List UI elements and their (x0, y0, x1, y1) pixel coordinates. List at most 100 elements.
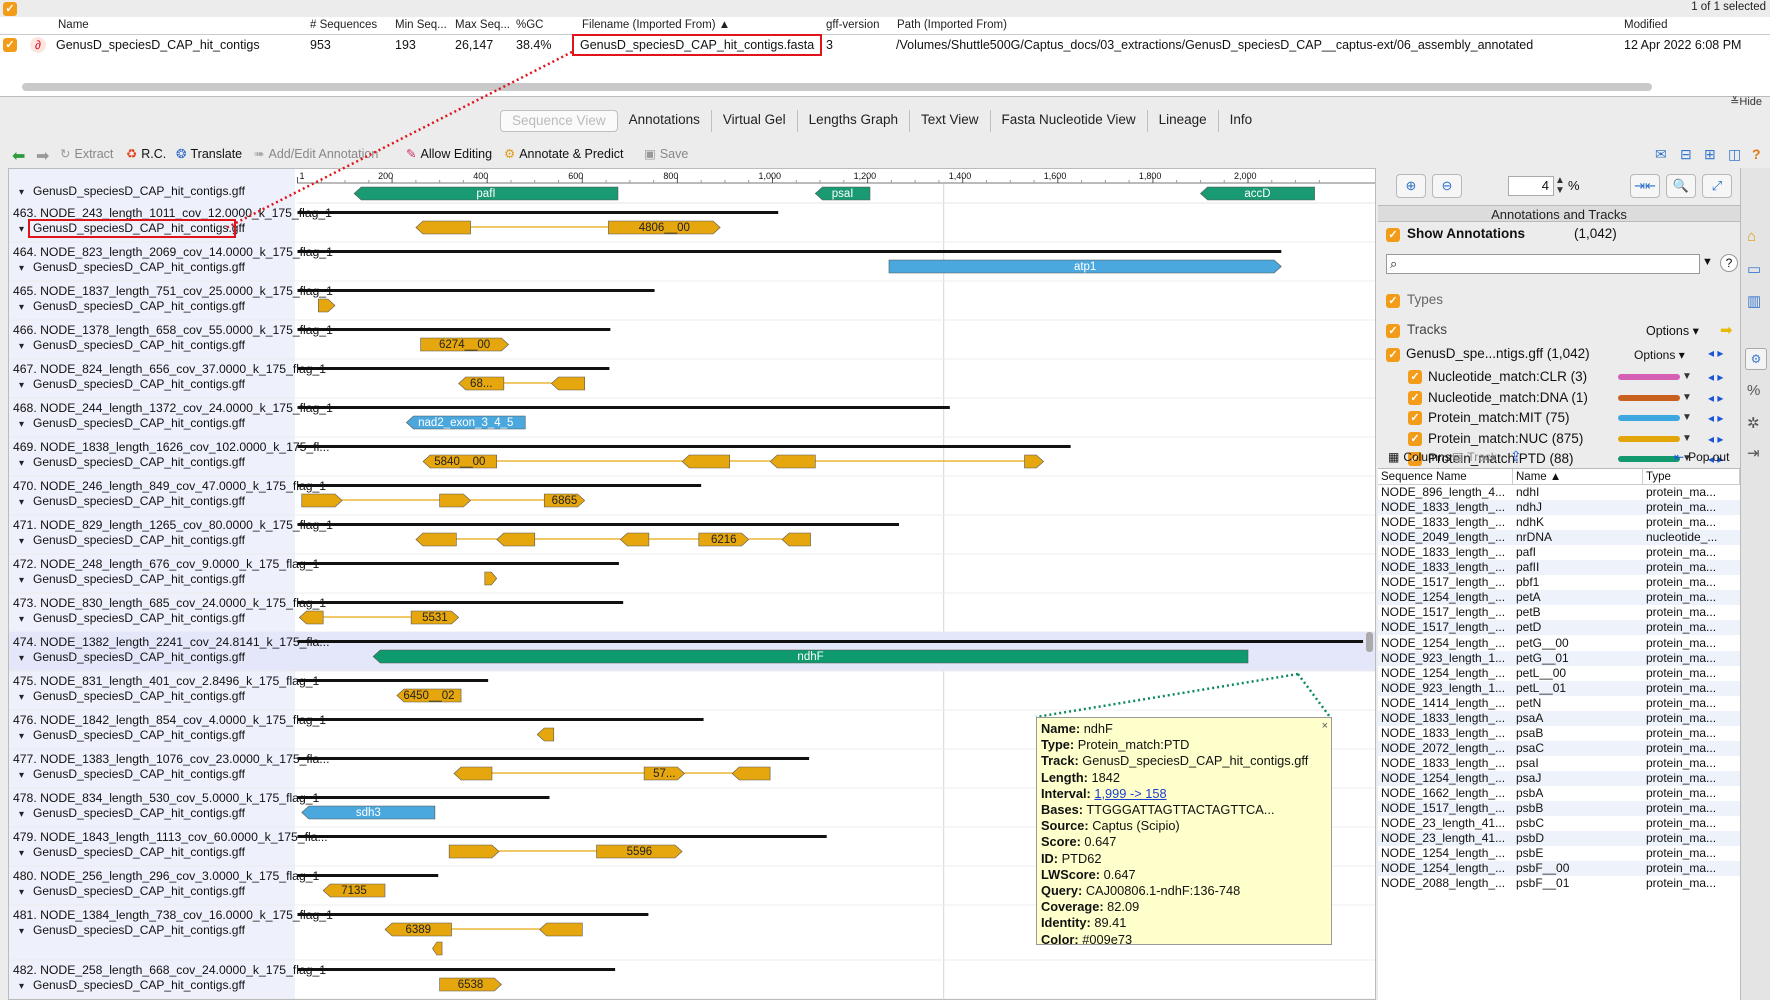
sequence-bar[interactable] (297, 679, 489, 682)
tab-virtual-gel[interactable]: Virtual Gel (711, 110, 798, 132)
table-row[interactable]: NODE_1833_length_... psaB protein_ma... (1378, 726, 1740, 741)
show-annotations-checkbox[interactable]: ✓ (1386, 228, 1400, 242)
table-row[interactable]: NODE_1833_length_... pafI protein_ma... (1378, 545, 1740, 560)
annotation-arrow[interactable] (448, 844, 500, 859)
subtrack-dropdown-icon[interactable]: ▼ (1682, 407, 1692, 429)
tab-text-view[interactable]: Text View (909, 110, 991, 132)
subtrack-color-swatch[interactable] (1618, 374, 1680, 380)
table-row[interactable]: NODE_1833_length_... pafII protein_ma... (1378, 560, 1740, 576)
sequence-bar[interactable] (297, 367, 610, 370)
subtrack-nav-icon[interactable]: ◂ ▸ (1708, 366, 1723, 388)
table-row[interactable]: NODE_923_length_1... petG__01 protein_ma..… (1378, 650, 1740, 666)
annotation-arrow[interactable] (432, 941, 443, 956)
annotation-arrow[interactable] (681, 454, 731, 469)
annotation-arrow[interactable] (619, 532, 650, 547)
annotation-search-input[interactable]: ⌕ (1386, 254, 1700, 274)
table-row[interactable]: NODE_1517_length_... psbB protein_ma... (1378, 801, 1740, 817)
sequence-bar[interactable] (297, 211, 779, 214)
subtrack-checkbox[interactable]: ✓ (1408, 370, 1422, 384)
subtrack-checkbox[interactable]: ✓ (1408, 411, 1422, 425)
annotation-arrow[interactable] (301, 493, 343, 508)
table-row[interactable]: NODE_923_length_1... petL__01 protein_ma..… (1378, 680, 1740, 696)
subtrack-dropdown-icon[interactable]: ▼ (1682, 387, 1692, 409)
gff-options-menu[interactable]: Options ▾ (1634, 348, 1685, 362)
tab-annotations[interactable]: Annotations (617, 110, 712, 132)
zoom-base-icon[interactable]: 🔍 (1666, 174, 1696, 198)
col-sequences[interactable]: # Sequences (310, 17, 377, 34)
table-row[interactable]: NODE_1254_length_... psaJ protein_ma... (1378, 770, 1740, 786)
layout-icon[interactable]: ⊞ (1704, 146, 1716, 163)
tab-lineage[interactable]: Lineage (1147, 110, 1219, 132)
sequence-bar[interactable] (297, 484, 702, 487)
col-sequence-name[interactable]: Sequence Name (1378, 469, 1513, 485)
export-side-icon[interactable]: ⇥ (1747, 444, 1760, 462)
table-row[interactable]: NODE_23_length_41... psbC protein_ma... (1378, 816, 1740, 831)
subtrack-color-swatch[interactable] (1618, 415, 1680, 421)
gear-icon[interactable]: ✲ (1747, 414, 1760, 432)
table-row[interactable]: NODE_896_length_4... ndhI protein_ma... (1378, 485, 1740, 500)
home-icon[interactable]: ⌂ (1747, 228, 1756, 245)
sequence-bar[interactable] (297, 913, 649, 916)
export-icon[interactable]: ⇪ (1510, 448, 1522, 465)
annotation-arrow[interactable] (1024, 454, 1044, 469)
subtrack-nav-icon[interactable]: ◂ ▸ (1708, 387, 1723, 409)
search-help-icon[interactable]: ? (1720, 254, 1738, 272)
subtrack-nav-icon[interactable]: ◂ ▸ (1708, 407, 1723, 429)
col-name[interactable]: Name (58, 17, 89, 34)
help-icon[interactable]: ? (1752, 146, 1761, 162)
table-row[interactable]: NODE_1254_length_... psbE protein_ma... (1378, 846, 1740, 861)
sequence-bar[interactable] (297, 835, 827, 838)
annotation-arrow[interactable] (731, 766, 771, 781)
tab-sequence-view[interactable]: Sequence View (500, 110, 618, 132)
subtrack-row[interactable]: ✓ Nucleotide_match:DNA (1) ▼ ◂ ▸ (1378, 387, 1740, 409)
annotation-arrow[interactable] (550, 376, 585, 391)
table-row[interactable]: NODE_1517_length_... petB protein_ma... (1378, 605, 1740, 620)
subtrack-color-swatch[interactable] (1618, 435, 1680, 442)
annotation-arrow[interactable] (539, 922, 583, 937)
sequence-bar[interactable] (297, 757, 810, 760)
tab-lengths-graph[interactable]: Lengths Graph (797, 110, 910, 132)
sequence-bar[interactable] (297, 718, 704, 721)
display-icon[interactable]: ▭ (1747, 260, 1761, 278)
sequence-bar[interactable] (297, 445, 1071, 448)
rc-button[interactable]: ♻ R.C. (126, 146, 166, 162)
forward-arrow-icon[interactable]: ➡ (36, 146, 49, 166)
table-row[interactable]: NODE_2049_length_... nrDNA nucleotide_... (1378, 530, 1740, 546)
table-row[interactable]: NODE_1833_length_... psaA protein_ma... (1378, 710, 1740, 726)
col-filename[interactable]: Filename (Imported From) ▲ (582, 17, 730, 34)
annotate-predict-button[interactable]: ⚙ Annotate & Predict (504, 146, 623, 162)
table-row[interactable]: NODE_2088_length_... psbF__01 protein_ma..… (1378, 876, 1740, 891)
select-all-checkbox[interactable]: ✓ (3, 2, 17, 16)
window-icon[interactable]: ◫ (1728, 146, 1741, 163)
col-gc[interactable]: %GC (516, 17, 543, 34)
gff-track-checkbox[interactable]: ✓ (1386, 348, 1400, 362)
zoom-in-icon[interactable]: ⊕ (1396, 174, 1426, 198)
zoom-out-icon[interactable]: ⊖ (1432, 174, 1462, 198)
table-row[interactable]: NODE_1517_length_... petD protein_ma... (1378, 620, 1740, 636)
row-checkbox[interactable]: ✓ (3, 38, 17, 52)
extract-button[interactable]: ↻ Extract (60, 146, 113, 162)
gff-track-nav-icon[interactable]: ◂ ▸ (1708, 346, 1723, 360)
sequence-bar[interactable] (297, 562, 619, 565)
table-row[interactable]: NODE_1254_length_... petG__00 protein_ma..… (1378, 636, 1740, 651)
arrow-right-icon[interactable]: ➡ (1720, 321, 1733, 339)
search-dropdown-icon[interactable]: ▼ (1702, 256, 1713, 268)
sequence-bar[interactable] (297, 328, 611, 331)
back-arrow-icon[interactable]: ⬅ (12, 146, 25, 166)
hide-link[interactable]: ≚Hide (1730, 95, 1762, 108)
columns-button[interactable]: ▦ Columns (1388, 450, 1451, 464)
subtrack-color-swatch[interactable] (1618, 394, 1680, 401)
sequence-bar[interactable] (297, 968, 616, 971)
fit-to-window-icon[interactable]: ⤢ (1702, 174, 1732, 198)
zoom-to-selection-icon[interactable]: ⇥⇤ (1630, 174, 1660, 198)
sequence-bar[interactable] (297, 796, 550, 799)
tab-fasta-nucleotide-view[interactable]: Fasta Nucleotide View (990, 110, 1148, 132)
doc-name[interactable]: GenusD_speciesD_CAP_hit_contigs (56, 35, 260, 55)
col-path[interactable]: Path (Imported From) (897, 17, 1007, 34)
sequence-bar[interactable] (297, 289, 655, 292)
save-button[interactable]: ▣ Save (644, 146, 688, 162)
annotation-arrow[interactable] (415, 220, 471, 235)
annotation-arrow[interactable] (484, 571, 498, 586)
tab-info[interactable]: Info (1218, 110, 1264, 132)
tooltip-interval-link[interactable]: 1,999 -> 158 (1094, 786, 1166, 801)
